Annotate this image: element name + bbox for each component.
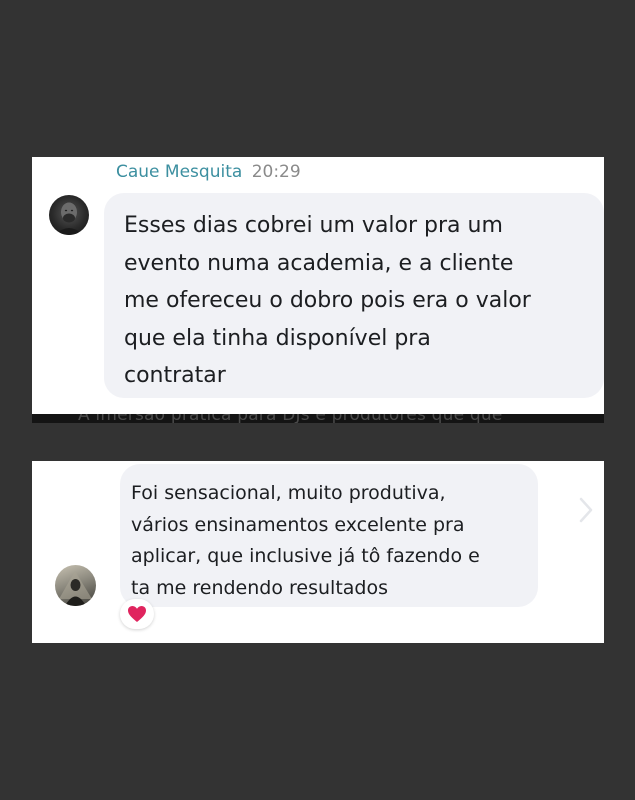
message-line: Foi sensacional, muito produtiva, bbox=[131, 482, 446, 504]
sender-name[interactable]: Caue Mesquita bbox=[116, 162, 242, 182]
message-line: vários ensinamentos excelente pra bbox=[131, 513, 465, 536]
message-line: Esses dias cobrei um valor pra um bbox=[124, 213, 503, 238]
avatar[interactable] bbox=[49, 195, 89, 235]
message-time: 20:29 bbox=[251, 162, 301, 182]
message-line: evento numa academia, e a cliente bbox=[124, 250, 514, 276]
chat-card-2: Foi sensacional, muito produtiva, vários… bbox=[32, 461, 604, 643]
message-bubble[interactable]: Foi sensacional, muito produtiva, vários… bbox=[120, 464, 538, 607]
cropped-caption-text: A imersão prática para DJs e produtores … bbox=[78, 414, 502, 423]
cropped-caption-strip: A imersão prática para DJs e produtores … bbox=[32, 414, 604, 423]
heart-icon bbox=[128, 606, 146, 622]
message-line: que ela tinha disponível pra bbox=[124, 325, 431, 351]
profile-photo-icon bbox=[59, 571, 92, 606]
message-bubble[interactable]: Esses dias cobrei um valor pra um evento… bbox=[104, 193, 604, 398]
reaction-badge[interactable] bbox=[120, 599, 154, 629]
message-header: Caue Mesquita 20:29 bbox=[116, 162, 301, 182]
message-line: me ofereceu o dobro pois era o valor bbox=[124, 288, 531, 313]
avatar[interactable] bbox=[55, 565, 96, 606]
chevron-right-icon[interactable] bbox=[577, 495, 595, 525]
message-line: aplicar, que inclusive já tô fazendo e bbox=[131, 545, 480, 567]
profile-photo-icon bbox=[55, 202, 83, 235]
message-line: ta me rendendo resultados bbox=[131, 576, 388, 599]
chat-card-1: Caue Mesquita 20:29 Esses dias cobrei um… bbox=[32, 157, 604, 414]
message-line: contratar bbox=[124, 363, 226, 388]
